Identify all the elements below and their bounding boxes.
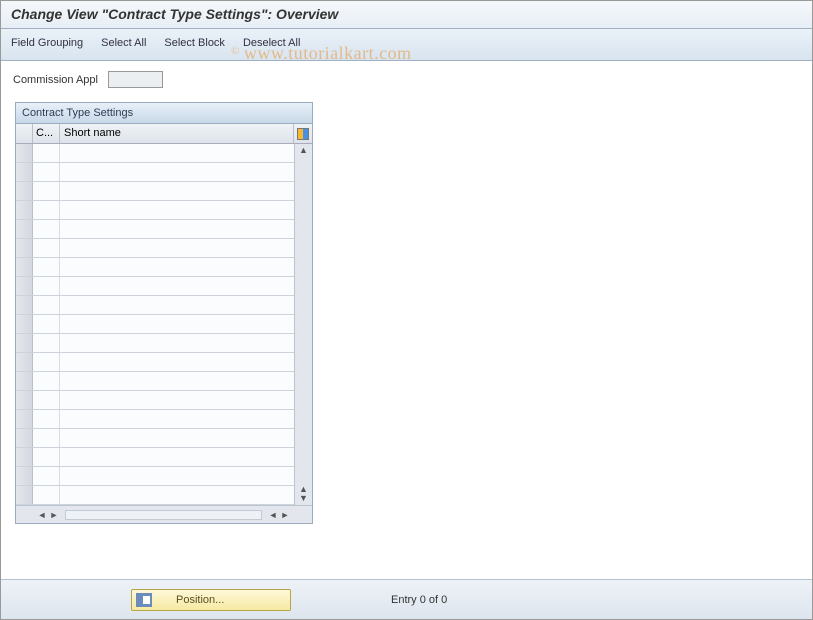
row-selector[interactable] xyxy=(16,410,33,428)
field-grouping-button[interactable]: Field Grouping xyxy=(11,37,83,52)
table-row[interactable] xyxy=(16,258,294,277)
table-row[interactable] xyxy=(16,277,294,296)
table-row[interactable] xyxy=(16,353,294,372)
table-row[interactable] xyxy=(16,334,294,353)
horizontal-scrollbar[interactable]: ◄ ► ◄ ► xyxy=(16,505,312,523)
row-selector[interactable] xyxy=(16,467,33,485)
panel-title: Contract Type Settings xyxy=(16,103,312,124)
scroll-left-icon[interactable]: ◄ xyxy=(37,510,47,520)
row-selector[interactable] xyxy=(16,201,33,219)
scroll-track[interactable] xyxy=(65,510,262,520)
entry-count-text: Entry 0 of 0 xyxy=(391,594,447,606)
table-row[interactable] xyxy=(16,486,294,505)
table-row[interactable] xyxy=(16,391,294,410)
table-row[interactable] xyxy=(16,239,294,258)
position-icon xyxy=(136,593,152,607)
row-selector[interactable] xyxy=(16,391,33,409)
table-row[interactable] xyxy=(16,220,294,239)
table-row[interactable] xyxy=(16,448,294,467)
row-selector[interactable] xyxy=(16,258,33,276)
table-row[interactable] xyxy=(16,201,294,220)
vertical-scrollbar[interactable]: ▲ ▲ ▼ xyxy=(294,144,312,505)
table-config-button[interactable] xyxy=(294,124,312,143)
table-layout-icon xyxy=(297,128,309,140)
row-selector[interactable] xyxy=(16,372,33,390)
table-row[interactable] xyxy=(16,467,294,486)
row-selector-header[interactable] xyxy=(16,124,33,143)
table-row[interactable] xyxy=(16,410,294,429)
row-selector[interactable] xyxy=(16,144,33,162)
row-selector[interactable] xyxy=(16,296,33,314)
title-bar: Change View "Contract Type Settings": Ov… xyxy=(1,1,812,29)
position-button[interactable]: Position... xyxy=(131,589,291,611)
row-selector[interactable] xyxy=(16,277,33,295)
commission-appl-label: Commission Appl xyxy=(13,74,98,86)
page-title: Change View "Contract Type Settings": Ov… xyxy=(11,6,802,22)
column-c[interactable]: C... xyxy=(33,124,60,143)
commission-appl-value[interactable] xyxy=(108,71,163,88)
table-row[interactable] xyxy=(16,296,294,315)
position-label: Position... xyxy=(176,594,224,606)
row-selector[interactable] xyxy=(16,163,33,181)
column-short-name[interactable]: Short name xyxy=(60,124,294,143)
row-selector[interactable] xyxy=(16,353,33,371)
row-selector[interactable] xyxy=(16,182,33,200)
scroll-left-icon[interactable]: ◄ xyxy=(268,510,278,520)
table-row[interactable] xyxy=(16,315,294,334)
row-selector[interactable] xyxy=(16,429,33,447)
scroll-down-icon[interactable]: ▼ xyxy=(299,494,308,503)
row-selector[interactable] xyxy=(16,486,33,504)
table-body xyxy=(16,144,294,505)
commission-appl-row: Commission Appl xyxy=(1,61,812,94)
table-row[interactable] xyxy=(16,144,294,163)
deselect-all-button[interactable]: Deselect All xyxy=(243,37,300,52)
table-row[interactable] xyxy=(16,163,294,182)
row-selector[interactable] xyxy=(16,220,33,238)
table-row[interactable] xyxy=(16,182,294,201)
scroll-right-icon[interactable]: ► xyxy=(280,510,290,520)
row-selector[interactable] xyxy=(16,448,33,466)
row-selector[interactable] xyxy=(16,334,33,352)
table-row[interactable] xyxy=(16,429,294,448)
table-row[interactable] xyxy=(16,372,294,391)
scroll-up-icon[interactable]: ▲ xyxy=(299,146,308,155)
footer-bar: Position... Entry 0 of 0 xyxy=(1,579,812,619)
select-block-button[interactable]: Select Block xyxy=(164,37,225,52)
table-column-header: C... Short name xyxy=(16,124,312,144)
row-selector[interactable] xyxy=(16,239,33,257)
action-toolbar: Field Grouping Select All Select Block D… xyxy=(1,29,812,61)
contract-type-table: Contract Type Settings C... Short name xyxy=(15,102,313,524)
select-all-button[interactable]: Select All xyxy=(101,37,146,52)
row-selector[interactable] xyxy=(16,315,33,333)
scroll-right-icon[interactable]: ► xyxy=(49,510,59,520)
